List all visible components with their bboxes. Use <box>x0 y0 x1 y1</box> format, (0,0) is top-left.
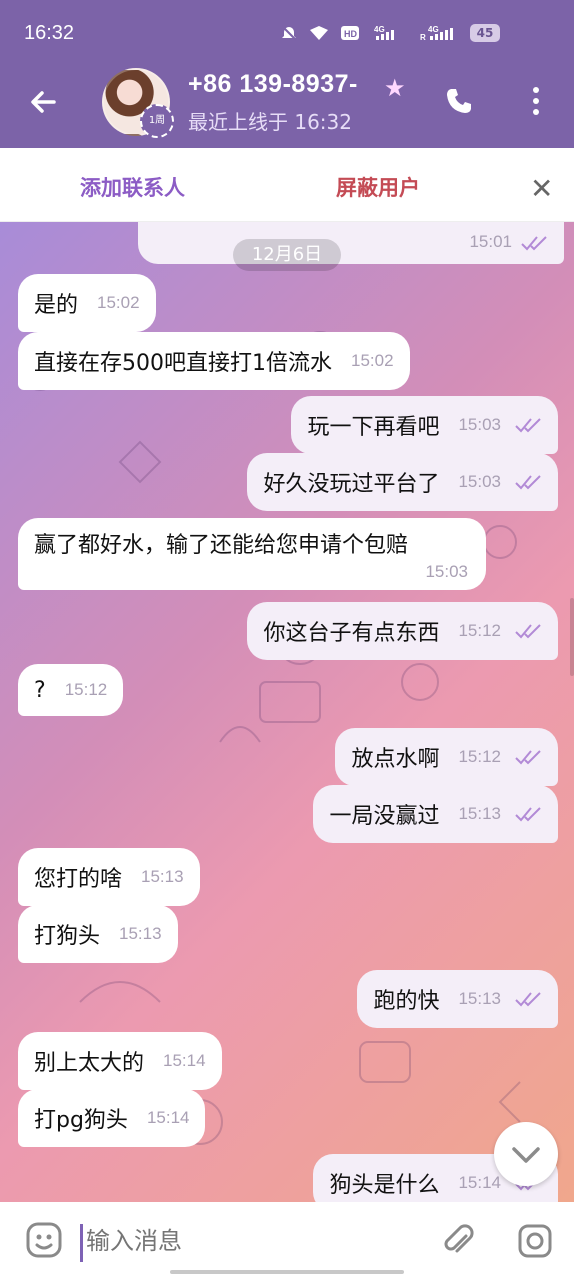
attachment-icon[interactable] <box>438 1222 476 1260</box>
phone-icon[interactable] <box>444 86 474 116</box>
message-bubble-incoming[interactable]: 赢了都好水，输了还能给您申请个包赔 15:03 <box>18 518 486 590</box>
message-text: 别上太大的 <box>34 1051 145 1076</box>
message-time: 15:14 <box>163 1051 206 1070</box>
message-text: 打狗头 <box>34 924 101 949</box>
wifi-icon <box>310 26 328 40</box>
svg-text:4G: 4G <box>374 25 385 34</box>
message-text: 你这台子有点东西 <box>263 621 440 646</box>
status-bar: 16:32 HD 4G 4G R 45 <box>0 0 574 68</box>
message-bubble-outgoing[interactable]: 放点水啊 15:12 <box>335 728 558 786</box>
message-bubble-outgoing[interactable]: 一局没赢过 15:13 <box>313 785 558 843</box>
scrollbar[interactable] <box>570 598 574 676</box>
avatar-badge: 1周 <box>140 104 174 138</box>
status-icons: HD 4G 4G R <box>280 24 464 42</box>
message-bubble-outgoing[interactable]: 你这台子有点东西 15:12 <box>247 602 558 660</box>
date-separator: 12月6日 <box>233 239 341 271</box>
message-text: 是的 <box>34 293 79 318</box>
message-bubble-outgoing[interactable]: 好久没玩过平台了 15:03 <box>247 453 558 511</box>
scroll-down-button[interactable] <box>494 1122 558 1186</box>
status-time: 16:32 <box>24 22 75 44</box>
double-check-icon <box>515 418 541 433</box>
message-bubble-incoming[interactable]: 别上太大的 15:14 <box>18 1032 222 1090</box>
contact-name[interactable]: +86 139-8937- <box>188 70 358 99</box>
message-text: 打pg狗头 <box>34 1108 128 1133</box>
message-time: 15:12 <box>458 747 501 766</box>
back-arrow-icon[interactable] <box>26 84 62 120</box>
message-time: 15:13 <box>119 924 162 943</box>
message-time: 15:13 <box>141 867 184 886</box>
star-icon: ★ <box>384 74 406 102</box>
svg-text:HD: HD <box>344 29 357 39</box>
double-check-icon <box>515 992 541 1007</box>
chat-area[interactable]: 15:01 12月6日 是的 15:02 直接在存500吧直接打1倍流水 15:… <box>0 222 574 1202</box>
double-check-icon <box>521 236 547 251</box>
4g-signal-icon: 4G <box>374 25 394 40</box>
message-text: 直接在存500吧直接打1倍流水 <box>34 351 332 376</box>
message-time: 15:02 <box>97 293 140 312</box>
message-bubble-outgoing[interactable]: 玩一下再看吧 15:03 <box>291 396 558 454</box>
message-bubble-incoming[interactable]: ? 15:12 <box>18 664 124 716</box>
double-check-icon <box>515 624 541 639</box>
svg-text:R: R <box>420 33 426 42</box>
message-text: 跑的快 <box>373 989 440 1014</box>
message-time: 15:03 <box>458 472 501 491</box>
4g-signal-icon: 4GR <box>420 25 453 42</box>
message-time: 15:12 <box>64 680 108 699</box>
message-time: 15:14 <box>146 1108 190 1127</box>
double-check-icon <box>515 807 541 822</box>
message-bubble-incoming[interactable]: 您打的啥 15:13 <box>18 848 200 906</box>
message-time: 15:03 <box>458 415 501 434</box>
contact-action-bar: 添加联系人 屏蔽用户 ✕ <box>0 148 574 222</box>
camera-icon[interactable] <box>516 1222 554 1260</box>
hd-icon: HD <box>341 26 359 40</box>
message-text: 玩一下再看吧 <box>307 415 440 440</box>
message-bubble-incoming[interactable]: 打pg狗头 15:14 <box>18 1089 206 1147</box>
message-text: 狗头是什么 <box>329 1173 440 1198</box>
message-text: 一局没赢过 <box>329 804 440 829</box>
add-contact-button[interactable]: 添加联系人 <box>80 172 185 202</box>
message-time: 15:13 <box>458 804 501 823</box>
home-indicator[interactable] <box>170 1270 404 1274</box>
battery-indicator: 45 <box>470 24 500 42</box>
message-bubble-incoming[interactable]: 是的 15:02 <box>18 274 156 332</box>
message-composer <box>0 1202 574 1280</box>
double-check-icon <box>515 750 541 765</box>
message-time: 15:03 <box>425 562 468 581</box>
message-bubble-outgoing[interactable]: 15:01 <box>138 222 564 264</box>
sticker-icon[interactable] <box>24 1220 64 1260</box>
svg-text:4G: 4G <box>428 25 439 34</box>
close-action-bar-icon[interactable]: ✕ <box>530 172 553 205</box>
message-time: 15:02 <box>351 351 394 370</box>
message-text: 赢了都好水，输了还能给您申请个包赔 <box>34 533 409 558</box>
double-check-icon <box>515 475 541 490</box>
chevron-down-icon <box>512 1147 540 1163</box>
muted-icon <box>281 25 297 41</box>
message-text: 您打的啥 <box>34 867 123 892</box>
more-menu-icon[interactable] <box>530 86 542 116</box>
message-bubble-incoming[interactable]: 直接在存500吧直接打1倍流水 15:02 <box>18 332 410 390</box>
message-text: 放点水啊 <box>351 747 440 772</box>
message-text: 好久没玩过平台了 <box>263 472 440 497</box>
message-text: ? <box>34 677 46 703</box>
message-bubble-outgoing[interactable]: 跑的快 15:13 <box>357 970 558 1028</box>
block-user-button[interactable]: 屏蔽用户 <box>336 172 420 202</box>
message-input[interactable] <box>80 1220 410 1262</box>
message-time: 15:12 <box>458 621 501 640</box>
chat-header: 16:32 HD 4G 4G R 45 1周 +86 139-8937- ★ 最近… <box>0 0 574 148</box>
last-seen-status: 最近上线于 16:32 <box>188 110 352 134</box>
message-time: 15:01 <box>469 232 512 251</box>
message-bubble-incoming[interactable]: 打狗头 15:13 <box>18 905 178 963</box>
message-time: 15:13 <box>458 989 501 1008</box>
